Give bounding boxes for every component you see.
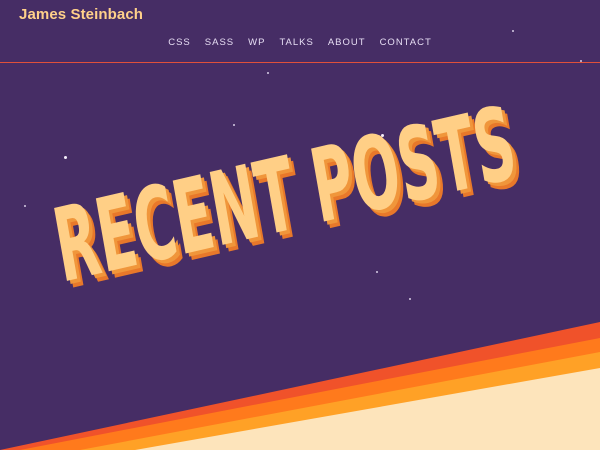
star — [64, 156, 67, 159]
nav-link-sass[interactable]: SASS — [205, 37, 234, 48]
site-title-link[interactable]: James Steinbach — [19, 6, 143, 23]
hero-scene — [0, 0, 600, 450]
star — [267, 72, 269, 74]
nav-link-wp[interactable]: WP — [248, 37, 265, 48]
star — [233, 124, 235, 126]
nav-link-talks[interactable]: TALKS — [279, 37, 313, 48]
nav-link-about[interactable]: ABOUT — [328, 37, 366, 48]
star — [409, 298, 411, 300]
nav-link-contact[interactable]: CONTACT — [380, 37, 432, 48]
star — [381, 134, 384, 137]
star — [24, 205, 26, 207]
main-nav: CSS SASS WP TALKS ABOUT CONTACT — [0, 37, 600, 48]
nav-link-css[interactable]: CSS — [168, 37, 191, 48]
retro-stripes — [0, 322, 600, 450]
star — [466, 168, 468, 170]
star — [376, 271, 378, 273]
site-header: James Steinbach CSS SASS WP TALKS ABOUT … — [0, 0, 600, 63]
